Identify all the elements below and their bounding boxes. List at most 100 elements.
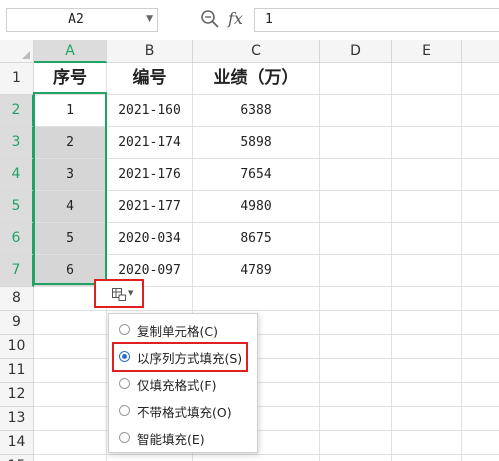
header-cell[interactable]: 业绩（万） bbox=[193, 63, 320, 95]
row-header[interactable]: 10 bbox=[0, 335, 34, 359]
table-cell[interactable] bbox=[320, 335, 392, 359]
table-cell[interactable] bbox=[320, 311, 392, 335]
table-cell[interactable] bbox=[462, 455, 499, 461]
row-header[interactable]: 2 bbox=[0, 95, 34, 127]
radio-button[interactable] bbox=[119, 405, 130, 416]
table-cell[interactable] bbox=[392, 223, 462, 255]
radio-button[interactable] bbox=[119, 351, 130, 362]
table-cell[interactable]: 4980 bbox=[193, 191, 320, 223]
zoom-icon[interactable] bbox=[200, 9, 220, 29]
table-cell[interactable] bbox=[462, 431, 499, 455]
table-cell[interactable] bbox=[392, 191, 462, 223]
header-cell[interactable]: 序号 bbox=[34, 63, 107, 95]
table-cell[interactable] bbox=[462, 127, 499, 159]
table-cell[interactable] bbox=[392, 159, 462, 191]
table-cell[interactable] bbox=[320, 287, 392, 311]
table-cell[interactable] bbox=[320, 431, 392, 455]
header-cell[interactable]: 编号 bbox=[107, 63, 193, 95]
table-cell[interactable] bbox=[320, 223, 392, 255]
table-cell[interactable] bbox=[462, 191, 499, 223]
table-cell[interactable] bbox=[392, 127, 462, 159]
table-cell[interactable] bbox=[320, 383, 392, 407]
column-header-e[interactable]: E bbox=[392, 40, 462, 63]
table-cell[interactable] bbox=[392, 383, 462, 407]
table-cell[interactable] bbox=[462, 359, 499, 383]
table-cell[interactable] bbox=[34, 407, 107, 431]
column-header-f[interactable] bbox=[462, 40, 499, 63]
row-header[interactable]: 5 bbox=[0, 191, 34, 223]
table-cell[interactable] bbox=[392, 407, 462, 431]
table-cell[interactable] bbox=[320, 455, 392, 461]
formula-input[interactable]: 1 bbox=[254, 8, 499, 32]
table-cell[interactable] bbox=[462, 407, 499, 431]
row-header[interactable]: 15 bbox=[0, 455, 34, 461]
row-header[interactable]: 13 bbox=[0, 407, 34, 431]
table-cell[interactable] bbox=[392, 95, 462, 127]
table-cell[interactable]: 8675 bbox=[193, 223, 320, 255]
column-header-b[interactable]: B bbox=[107, 40, 193, 63]
autofill-menu-item[interactable]: 不带格式填充(O) bbox=[109, 397, 257, 424]
table-cell[interactable] bbox=[320, 255, 392, 287]
table-cell[interactable]: 6388 bbox=[193, 95, 320, 127]
table-cell[interactable] bbox=[193, 455, 320, 461]
table-cell[interactable] bbox=[462, 159, 499, 191]
table-cell[interactable]: 2021-160 bbox=[107, 95, 193, 127]
table-cell[interactable] bbox=[462, 287, 499, 311]
table-cell[interactable]: 2 bbox=[34, 127, 107, 159]
autofill-options-button[interactable]: ▼ bbox=[94, 279, 144, 308]
row-header[interactable]: 8 bbox=[0, 287, 34, 311]
table-cell[interactable] bbox=[34, 311, 107, 335]
table-cell[interactable] bbox=[462, 335, 499, 359]
name-box[interactable]: A2 ▼ bbox=[6, 8, 158, 32]
table-cell[interactable]: 2021-176 bbox=[107, 159, 193, 191]
row-header[interactable]: 7 bbox=[0, 255, 34, 287]
table-cell[interactable] bbox=[34, 335, 107, 359]
fx-icon[interactable]: fx bbox=[228, 9, 243, 28]
table-cell[interactable] bbox=[462, 311, 499, 335]
header-cell[interactable] bbox=[320, 63, 392, 95]
column-header-a[interactable]: A bbox=[34, 40, 107, 63]
table-cell[interactable] bbox=[462, 383, 499, 407]
row-header[interactable]: 4 bbox=[0, 159, 34, 191]
table-cell[interactable] bbox=[320, 95, 392, 127]
table-cell[interactable]: 2021-177 bbox=[107, 191, 193, 223]
table-cell[interactable] bbox=[392, 359, 462, 383]
header-cell[interactable] bbox=[392, 63, 462, 95]
autofill-menu-item[interactable]: 复制单元格(C) bbox=[109, 316, 257, 343]
select-all-corner[interactable] bbox=[0, 40, 34, 63]
table-cell[interactable]: 4789 bbox=[193, 255, 320, 287]
row-header[interactable]: 3 bbox=[0, 127, 34, 159]
table-cell[interactable]: 4 bbox=[34, 191, 107, 223]
table-cell[interactable] bbox=[107, 455, 193, 461]
table-cell[interactable]: 2020-034 bbox=[107, 223, 193, 255]
table-cell[interactable] bbox=[320, 127, 392, 159]
table-cell[interactable] bbox=[320, 159, 392, 191]
table-cell[interactable] bbox=[34, 455, 107, 461]
table-cell[interactable] bbox=[392, 287, 462, 311]
radio-button[interactable] bbox=[119, 432, 130, 443]
radio-button[interactable] bbox=[119, 324, 130, 335]
table-cell[interactable]: 5898 bbox=[193, 127, 320, 159]
radio-button[interactable] bbox=[119, 378, 130, 389]
chevron-down-icon[interactable]: ▼ bbox=[146, 14, 153, 24]
table-cell[interactable] bbox=[320, 359, 392, 383]
table-cell[interactable]: 7654 bbox=[193, 159, 320, 191]
table-cell[interactable] bbox=[462, 95, 499, 127]
header-cell[interactable] bbox=[462, 63, 499, 95]
table-cell[interactable] bbox=[392, 311, 462, 335]
autofill-menu-item[interactable]: 仅填充格式(F) bbox=[109, 370, 257, 397]
autofill-menu-item[interactable]: 以序列方式填充(S) bbox=[109, 343, 257, 370]
table-cell[interactable] bbox=[34, 383, 107, 407]
table-cell[interactable] bbox=[34, 431, 107, 455]
table-cell[interactable] bbox=[193, 287, 320, 311]
table-cell[interactable] bbox=[462, 255, 499, 287]
table-cell[interactable]: 1 bbox=[34, 95, 107, 127]
table-cell[interactable] bbox=[392, 335, 462, 359]
table-cell[interactable] bbox=[34, 359, 107, 383]
row-header[interactable]: 12 bbox=[0, 383, 34, 407]
row-header[interactable]: 1 bbox=[0, 63, 34, 95]
table-cell[interactable]: 5 bbox=[34, 223, 107, 255]
row-header[interactable]: 11 bbox=[0, 359, 34, 383]
table-cell[interactable] bbox=[392, 455, 462, 461]
table-cell[interactable]: 3 bbox=[34, 159, 107, 191]
